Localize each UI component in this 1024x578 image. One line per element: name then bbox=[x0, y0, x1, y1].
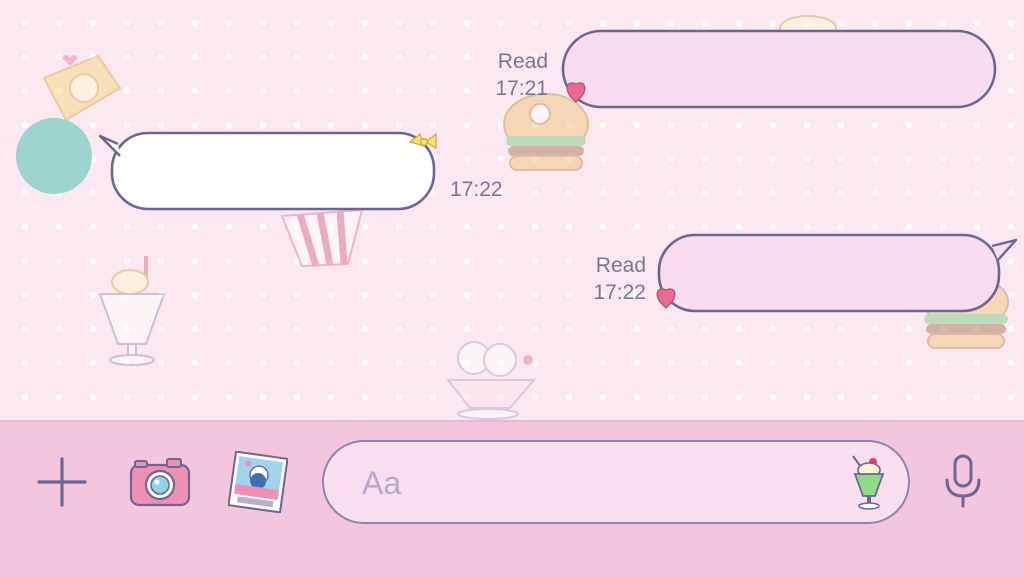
message-meta: Read 17:22 bbox=[570, 252, 646, 306]
message-meta: Read 17:21 bbox=[472, 48, 548, 102]
popcorn-decoration-icon bbox=[280, 208, 364, 268]
milkshake-decoration-icon bbox=[98, 256, 166, 366]
message-input[interactable] bbox=[360, 458, 824, 508]
message-time: 17:21 bbox=[495, 77, 548, 100]
toast-decoration-icon bbox=[42, 54, 122, 122]
message-text bbox=[584, 28, 976, 112]
message-input-container[interactable] bbox=[322, 440, 910, 524]
voice-button[interactable] bbox=[936, 450, 990, 514]
read-receipt: Read bbox=[595, 254, 646, 277]
photo-button[interactable] bbox=[226, 450, 290, 514]
outgoing-message-bubble[interactable] bbox=[656, 232, 1020, 316]
camera-icon bbox=[129, 458, 191, 507]
message-text bbox=[122, 130, 416, 214]
chat-area[interactable]: Read 17:21 17:22 Read 17:22 bbox=[0, 0, 1024, 420]
incoming-message-bubble[interactable] bbox=[98, 130, 440, 214]
cream-soda-icon bbox=[852, 455, 885, 510]
photo-icon bbox=[228, 451, 288, 513]
read-receipt: Read bbox=[497, 50, 548, 73]
parfait-decoration-icon bbox=[445, 341, 537, 420]
message-text bbox=[680, 232, 996, 316]
sticker-button[interactable] bbox=[844, 450, 890, 514]
plus-icon bbox=[37, 457, 87, 507]
message-time: 17:22 bbox=[593, 281, 646, 304]
message-time: 17:22 bbox=[450, 178, 503, 201]
microphone-icon bbox=[945, 454, 981, 508]
add-button[interactable] bbox=[32, 452, 92, 512]
avatar[interactable] bbox=[16, 118, 92, 194]
camera-button[interactable] bbox=[128, 452, 192, 512]
outgoing-message-bubble[interactable] bbox=[560, 28, 1000, 112]
